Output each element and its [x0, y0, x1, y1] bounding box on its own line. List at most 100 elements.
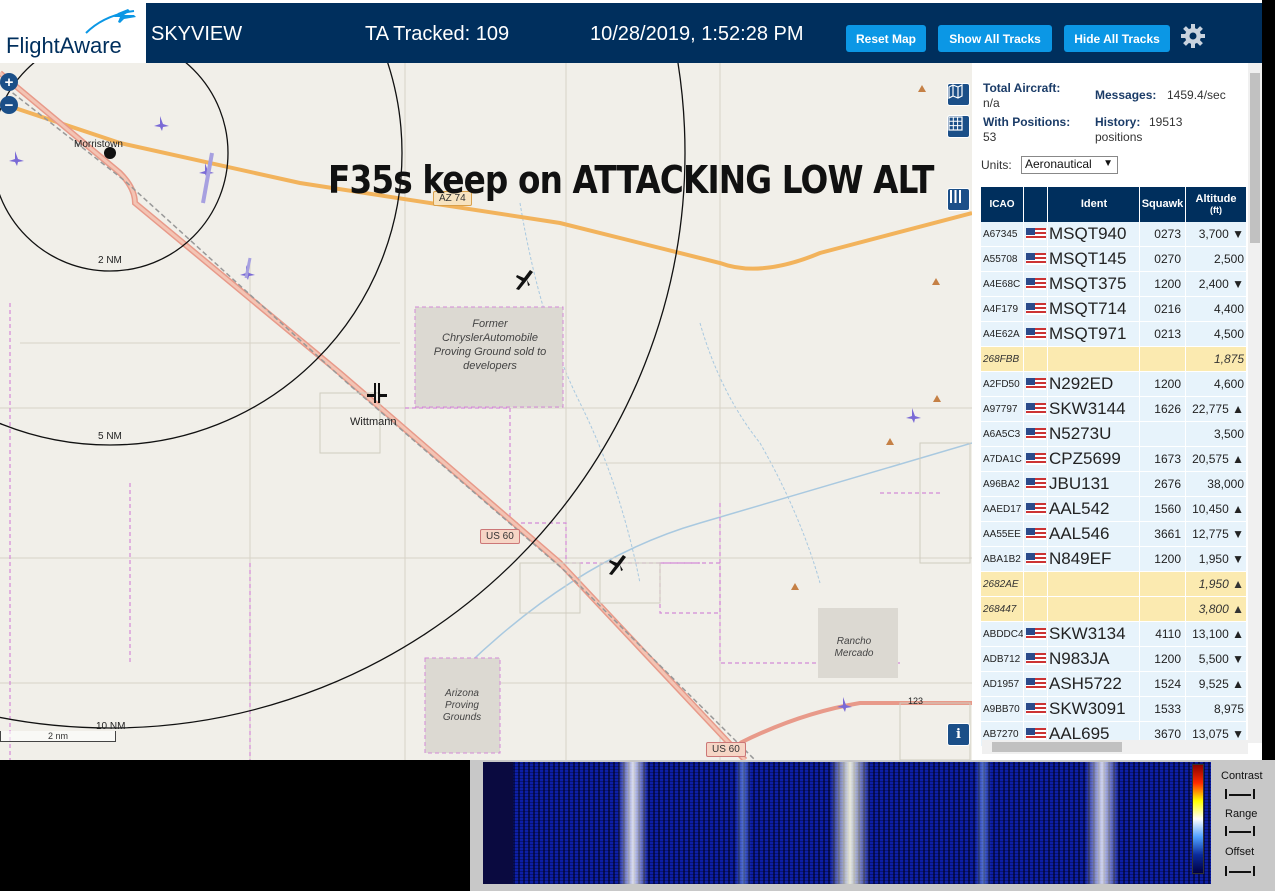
- cell-flag: [1024, 397, 1048, 421]
- cell-altitude: 12,775 ▼: [1186, 522, 1247, 546]
- col-altitude[interactable]: Altitude (ft): [1186, 187, 1247, 222]
- table-row[interactable]: ABA1B2 N849EF 1200 1,950 ▼: [981, 547, 1247, 572]
- cell-flag: [1024, 622, 1048, 646]
- table-row[interactable]: A55708 MSQT145 0270 2,500: [981, 247, 1247, 272]
- cell-squawk: 0216: [1140, 297, 1186, 321]
- place-rancho-mercado: Rancho Mercado: [834, 636, 874, 659]
- units-value: Aeronautical: [1025, 157, 1092, 171]
- cell-altitude: 38,000: [1186, 472, 1247, 496]
- cell-squawk: 1200: [1140, 372, 1186, 396]
- cell-ident: [1048, 572, 1140, 596]
- units-select[interactable]: Aeronautical ▼: [1021, 156, 1118, 174]
- table-row[interactable]: ABDDC4 SKW3134 4110 13,100 ▲: [981, 622, 1247, 647]
- table-row[interactable]: A2FD50 N292ED 1200 4,600: [981, 372, 1247, 397]
- app-title: SKYVIEW: [151, 23, 243, 45]
- cell-squawk: [1140, 572, 1186, 596]
- table-row[interactable]: A4E68C MSQT375 1200 2,400 ▼: [981, 272, 1247, 297]
- table-row[interactable]: A97797 SKW3144 1626 22,775 ▲: [981, 397, 1247, 422]
- cell-icao: ADB712: [981, 647, 1024, 671]
- cell-squawk: 3661: [1140, 522, 1186, 546]
- grid-toggle-button[interactable]: [947, 115, 970, 138]
- scroll-thumb[interactable]: [992, 742, 1122, 752]
- table-row[interactable]: AD1957 ASH5722 1524 9,525 ▲: [981, 672, 1247, 697]
- table-row[interactable]: ADB712 N983JA 1200 5,500 ▼: [981, 647, 1247, 672]
- hide-all-tracks-button[interactable]: Hide All Tracks: [1064, 25, 1170, 52]
- signal-band: [975, 762, 991, 884]
- signal-band: [735, 762, 751, 884]
- cell-flag: [1024, 522, 1048, 546]
- col-ident[interactable]: Ident: [1048, 187, 1140, 222]
- map-view[interactable]: Morristown Wittmann Former ChryslerAutom…: [0, 63, 972, 760]
- signal-band: [618, 762, 648, 884]
- history-label: History:: [1095, 115, 1141, 129]
- table-row[interactable]: A4F179 MSQT714 0216 4,400: [981, 297, 1247, 322]
- cell-ident: [1048, 597, 1140, 621]
- logo-text: FlightAware: [6, 33, 122, 58]
- zoom-in-button[interactable]: +: [0, 73, 18, 91]
- us-flag-icon: [1025, 478, 1046, 490]
- col-squawk[interactable]: Squawk: [1140, 187, 1186, 222]
- aircraft-panel: Total Aircraft: n/a Messages: 1459.4/sec…: [972, 63, 1262, 760]
- cell-icao: AD1957: [981, 672, 1024, 696]
- cell-icao: AA55EE: [981, 522, 1024, 546]
- cell-ident: SKW3091: [1048, 697, 1140, 721]
- cell-altitude: 22,775 ▲: [1186, 397, 1247, 421]
- us-flag-icon: [1025, 303, 1046, 315]
- map-layers-button[interactable]: [947, 83, 970, 106]
- table-row[interactable]: 2682AE 1,950 ▲: [981, 572, 1247, 597]
- contrast-label: Contrast: [1221, 770, 1263, 782]
- show-all-tracks-button[interactable]: Show All Tracks: [938, 25, 1052, 52]
- cell-flag: [1024, 222, 1048, 246]
- road-label-123: 123: [908, 696, 924, 706]
- us-flag-icon: [1025, 228, 1046, 240]
- table-row[interactable]: AA55EE AAL546 3661 12,775 ▼: [981, 522, 1247, 547]
- table-row[interactable]: A96BA2 JBU131 2676 38,000: [981, 472, 1247, 497]
- table-row[interactable]: A4E62A MSQT971 0213 4,500: [981, 322, 1247, 347]
- cell-flag: [1024, 472, 1048, 496]
- contrast-slider[interactable]: [1225, 789, 1255, 799]
- table-row[interactable]: A67345 MSQT940 0273 3,700 ▼: [981, 222, 1247, 247]
- cell-icao: A4E62A: [981, 322, 1024, 346]
- table-row[interactable]: A9BB70 SKW3091 1533 8,975: [981, 697, 1247, 722]
- col-flag[interactable]: [1024, 187, 1048, 222]
- table-row[interactable]: A6A5C3 N5273U 3,500: [981, 422, 1247, 447]
- cell-icao: A96BA2: [981, 472, 1024, 496]
- info-button[interactable]: i: [947, 723, 970, 746]
- columns-toggle-button[interactable]: [947, 188, 970, 211]
- cell-ident: MSQT940: [1048, 222, 1140, 246]
- reset-map-button[interactable]: Reset Map: [846, 25, 926, 52]
- table-row[interactable]: AAED17 AAL542 1560 10,450 ▲: [981, 497, 1247, 522]
- top-header: FlightAware SKYVIEW TA Tracked: 109 10/2…: [0, 0, 1262, 66]
- cell-altitude: 4,600: [1186, 372, 1247, 396]
- cell-ident: N983JA: [1048, 647, 1140, 671]
- offset-slider[interactable]: [1225, 866, 1255, 876]
- cell-squawk: 0273: [1140, 222, 1186, 246]
- us-flag-icon: [1025, 428, 1046, 440]
- table-row[interactable]: A7DA1C CPZ5699 1673 20,575 ▲: [981, 447, 1247, 472]
- us-flag-icon: [1025, 528, 1046, 540]
- flightaware-logo[interactable]: FlightAware: [0, 3, 146, 66]
- skyview-app: FlightAware SKYVIEW TA Tracked: 109 10/2…: [0, 0, 1275, 891]
- units-label: Units:: [981, 158, 1012, 172]
- place-arizona-proving: Arizona Proving Grounds: [442, 688, 482, 723]
- table-row[interactable]: 268447 3,800 ▲: [981, 597, 1247, 622]
- us-flag-icon: [1025, 453, 1046, 465]
- cell-icao: A9BB70: [981, 697, 1024, 721]
- cell-squawk: 1200: [1140, 547, 1186, 571]
- range-slider[interactable]: [1225, 826, 1255, 836]
- zoom-out-button[interactable]: −: [0, 96, 18, 114]
- cell-ident: ASH5722: [1048, 672, 1140, 696]
- gear-icon[interactable]: [1180, 23, 1206, 49]
- us-flag-icon: [1025, 728, 1046, 740]
- table-horizontal-scrollbar[interactable]: [982, 740, 1248, 754]
- scroll-thumb[interactable]: [1250, 73, 1260, 243]
- cell-altitude: 13,100 ▲: [1186, 622, 1247, 646]
- cell-flag: [1024, 372, 1048, 396]
- table-row[interactable]: 268FBB 1,875: [981, 347, 1247, 372]
- cell-flag: [1024, 322, 1048, 346]
- cell-ident: AAL546: [1048, 522, 1140, 546]
- panel-vertical-scrollbar[interactable]: [1248, 63, 1262, 743]
- col-icao[interactable]: ICAO: [981, 187, 1024, 222]
- cell-ident: MSQT971: [1048, 322, 1140, 346]
- cell-icao: A6A5C3: [981, 422, 1024, 446]
